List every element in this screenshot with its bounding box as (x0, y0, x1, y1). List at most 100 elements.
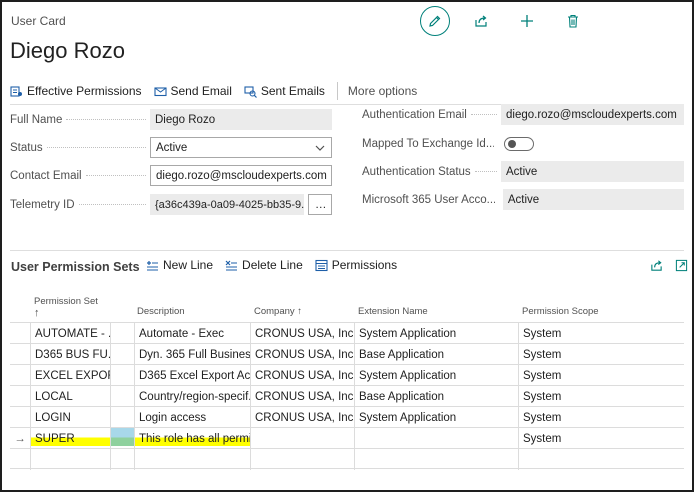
permission-set-cell[interactable]: LOCAL (30, 386, 110, 407)
permission-set-cell[interactable]: EXCEL EXPOR... (30, 365, 110, 386)
row-marker: → (14, 432, 26, 445)
description-cell[interactable]: Login access (134, 407, 250, 428)
pencil-icon (429, 15, 441, 27)
table-row[interactable]: EXCEL EXPOR... D365 Excel Export Act...CR… (10, 364, 684, 386)
description-cell[interactable]: D365 Excel Export Act... (134, 365, 250, 386)
description-cell[interactable]: This role has all permi... (134, 428, 250, 449)
new-line-icon (147, 260, 158, 271)
grid-body: AUTOMATE - ... Automate - Exec CRONUS USA,… (10, 322, 684, 470)
blank-cell (110, 344, 134, 365)
column-header-extension-name[interactable]: Extension Name (358, 306, 428, 317)
permission-set-cell[interactable]: AUTOMATE - ... (30, 323, 110, 344)
subpage-action-bar: New Line Delete Line Permissions (146, 258, 409, 272)
table-row[interactable]: → SUPER This role has all permi... System (10, 427, 684, 449)
extension-name-cell[interactable]: Base Application (354, 386, 518, 407)
description-cell[interactable]: Country/region-specif... (134, 386, 250, 407)
extension-name-cell[interactable]: System Application (354, 323, 518, 344)
table-row[interactable]: AUTOMATE - ... Automate - Exec CRONUS USA,… (10, 322, 684, 344)
extension-name-cell[interactable]: System Application (354, 407, 518, 428)
trash-icon (568, 14, 578, 28)
status-field: Status Active (10, 137, 332, 158)
company-cell[interactable]: CRONUS USA, Inc. (250, 344, 354, 365)
full-name-field: Full Name Diego Rozo (10, 109, 332, 130)
row-marker (10, 323, 30, 344)
mapped-to-exchange-toggle[interactable] (504, 136, 535, 151)
share-button[interactable] (466, 6, 496, 36)
full-name-label: Full Name (10, 113, 63, 126)
extension-name-cell[interactable] (354, 449, 518, 470)
extension-name-cell[interactable]: Base Application (354, 344, 518, 365)
new-line-button[interactable]: New Line (146, 258, 213, 272)
permission-scope-cell[interactable]: System (518, 407, 684, 428)
authentication-status-value: Active (501, 161, 684, 182)
company-cell[interactable] (250, 428, 354, 449)
mapped-to-exchange-label: Mapped To Exchange Id... (362, 137, 495, 150)
table-row[interactable] (10, 448, 684, 470)
permission-scope-cell[interactable]: System (518, 365, 684, 386)
m365-user-access-value: Active (502, 189, 684, 210)
company-cell[interactable]: CRONUS USA, Inc. (250, 365, 354, 386)
permissions-icon (10, 85, 22, 97)
subpage-title[interactable]: User Permission Sets (11, 260, 140, 274)
company-cell[interactable]: CRONUS USA, Inc. (250, 386, 354, 407)
blank-cell (110, 449, 134, 470)
blank-cell (110, 428, 134, 449)
contact-email-input[interactable]: diego.rozo@mscloudexperts.com (150, 165, 332, 186)
permissions-button[interactable]: Permissions (315, 258, 397, 272)
effective-permissions-action[interactable]: Effective Permissions (10, 84, 142, 98)
description-cell[interactable] (134, 449, 250, 470)
contact-email-label: Contact Email (10, 169, 82, 182)
row-marker (10, 407, 30, 428)
permission-set-cell[interactable] (30, 449, 110, 470)
blank-cell (110, 407, 134, 428)
authentication-email-field: Authentication Email diego.rozo@mscloude… (362, 104, 684, 125)
table-row[interactable]: LOCAL Country/region-specif... CRONUS USA,… (10, 385, 684, 407)
new-line-label: New Line (163, 258, 214, 272)
action-separator (336, 82, 338, 100)
permission-scope-cell[interactable]: System (518, 428, 684, 449)
permission-set-cell[interactable]: LOGIN (30, 407, 110, 428)
authentication-email-value: diego.rozo@mscloudexperts.com (501, 104, 684, 125)
expand-icon (675, 259, 688, 272)
column-header-permission-scope[interactable]: Permission Scope (522, 306, 599, 317)
table-row[interactable]: LOGIN Login access CRONUS USA, Inc. System … (10, 406, 684, 428)
extension-name-cell[interactable]: System Application (354, 365, 518, 386)
column-header-company[interactable]: Company ↑ (254, 306, 302, 317)
edit-button[interactable] (420, 6, 450, 36)
permission-scope-cell[interactable]: System (518, 323, 684, 344)
telemetry-id-value: {a36c439a-0a09-4025-bb35-9... (150, 194, 304, 215)
m365-user-access-field: Microsoft 365 User Acco... Active (362, 189, 684, 210)
permission-set-cell[interactable]: D365 BUS FU... (30, 344, 110, 365)
sent-emails-action[interactable]: Sent Emails (244, 84, 325, 98)
authentication-email-label: Authentication Email (362, 108, 467, 121)
permissions-list-icon (315, 259, 328, 271)
extension-name-cell[interactable] (354, 428, 518, 449)
permission-scope-cell[interactable]: System (518, 344, 684, 365)
company-cell[interactable]: CRONUS USA, Inc. (250, 323, 354, 344)
description-cell[interactable]: Dyn. 365 Full Business... (134, 344, 250, 365)
mapped-to-exchange-field: Mapped To Exchange Id... (362, 133, 684, 154)
more-options-button[interactable]: More options (348, 84, 417, 98)
column-header-permission-set[interactable]: Permission Set ↑ (34, 296, 98, 319)
row-marker (10, 365, 30, 386)
company-cell[interactable]: CRONUS USA, Inc. (250, 407, 354, 428)
permission-scope-cell[interactable]: System (518, 386, 684, 407)
subpage-share-button[interactable] (650, 259, 663, 272)
m365-user-access-label: Microsoft 365 User Acco... (362, 193, 495, 206)
status-select[interactable]: Active (150, 137, 332, 158)
permission-set-cell[interactable]: SUPER (30, 428, 110, 449)
delete-line-button[interactable]: Delete Line (225, 258, 303, 272)
subpage-expand-button[interactable] (675, 259, 688, 272)
column-header-description[interactable]: Description (137, 306, 185, 317)
description-cell[interactable]: Automate - Exec (134, 323, 250, 344)
permission-scope-cell[interactable] (518, 449, 684, 470)
company-cell[interactable] (250, 449, 354, 470)
send-email-action[interactable]: Send Email (153, 84, 232, 98)
telemetry-id-assist-button[interactable]: … (308, 194, 332, 215)
delete-line-icon (225, 260, 238, 271)
table-row[interactable]: D365 BUS FU... Dyn. 365 Full Business...C… (10, 343, 684, 365)
subpage-right-actions (638, 259, 688, 272)
authentication-status-label: Authentication Status (362, 165, 471, 178)
new-button[interactable] (512, 6, 542, 36)
delete-button[interactable] (558, 6, 588, 36)
